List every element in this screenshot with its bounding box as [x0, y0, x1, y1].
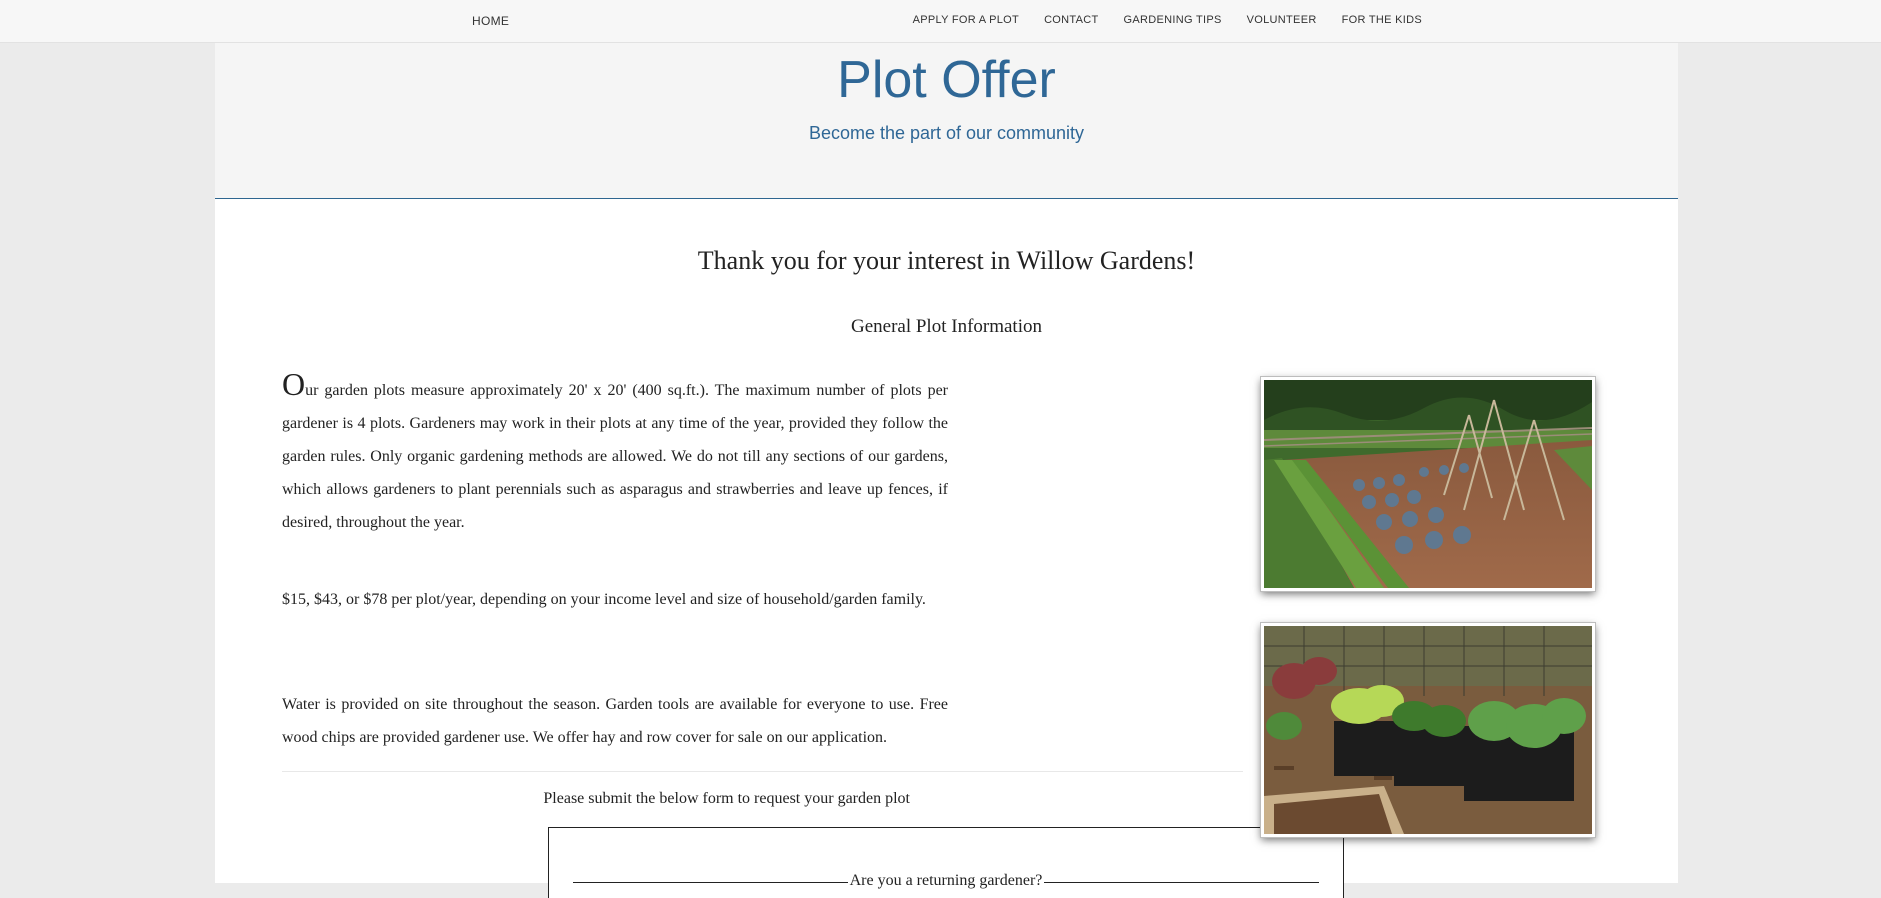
nav-for-the-kids-link[interactable]: FOR THE KIDS	[1342, 14, 1422, 26]
returning-gardener-label: Are you a returning gardener?	[847, 872, 1045, 889]
page-subtitle: Become the part of our community	[808, 123, 1085, 143]
nav-volunteer-link[interactable]: VOLUNTEER	[1247, 14, 1317, 26]
drop-cap: O	[282, 366, 306, 402]
form-prompt: Please submit the below form to request …	[543, 790, 910, 807]
garden-plot-photo	[1261, 377, 1595, 591]
top-navigation: HOME APPLY FOR A PLOT CONTACT GARDENING …	[0, 0, 1881, 43]
section-heading: General Plot Information	[850, 316, 1042, 337]
nav-links: APPLY FOR A PLOT CONTACT GARDENING TIPS …	[913, 14, 1422, 26]
page-container: Plot Offer Become the part of our commun…	[215, 42, 1678, 898]
seedlings-image	[1264, 626, 1592, 834]
plot-info-text: ur garden plots measure approximately 20…	[282, 382, 948, 531]
garden-plot-image	[1264, 380, 1592, 588]
nav-apply-link[interactable]: APPLY FOR A PLOT	[913, 14, 1020, 26]
plot-request-form: Are you a returning gardener?	[548, 827, 1344, 898]
page-title: Plot Offer	[837, 51, 1056, 109]
plot-info-paragraph: Our garden plots measure approximately 2…	[282, 368, 948, 539]
seedlings-photo	[1261, 623, 1595, 837]
hero-banner: Plot Offer Become the part of our commun…	[215, 42, 1678, 199]
pricing-paragraph: $15, $43, or $78 per plot/year, dependin…	[282, 591, 926, 608]
thank-you-heading: Thank you for your interest in Willow Ga…	[697, 246, 1196, 275]
nav-contact-link[interactable]: CONTACT	[1044, 14, 1098, 26]
nav-home-link[interactable]: HOME	[472, 14, 509, 28]
amenities-paragraph: Water is provided on site throughout the…	[282, 696, 948, 746]
returning-gardener-legend: Are you a returning gardener?	[549, 872, 1343, 890]
content-divider	[282, 771, 1243, 772]
nav-gardening-tips-link[interactable]: GARDENING TIPS	[1124, 14, 1222, 26]
